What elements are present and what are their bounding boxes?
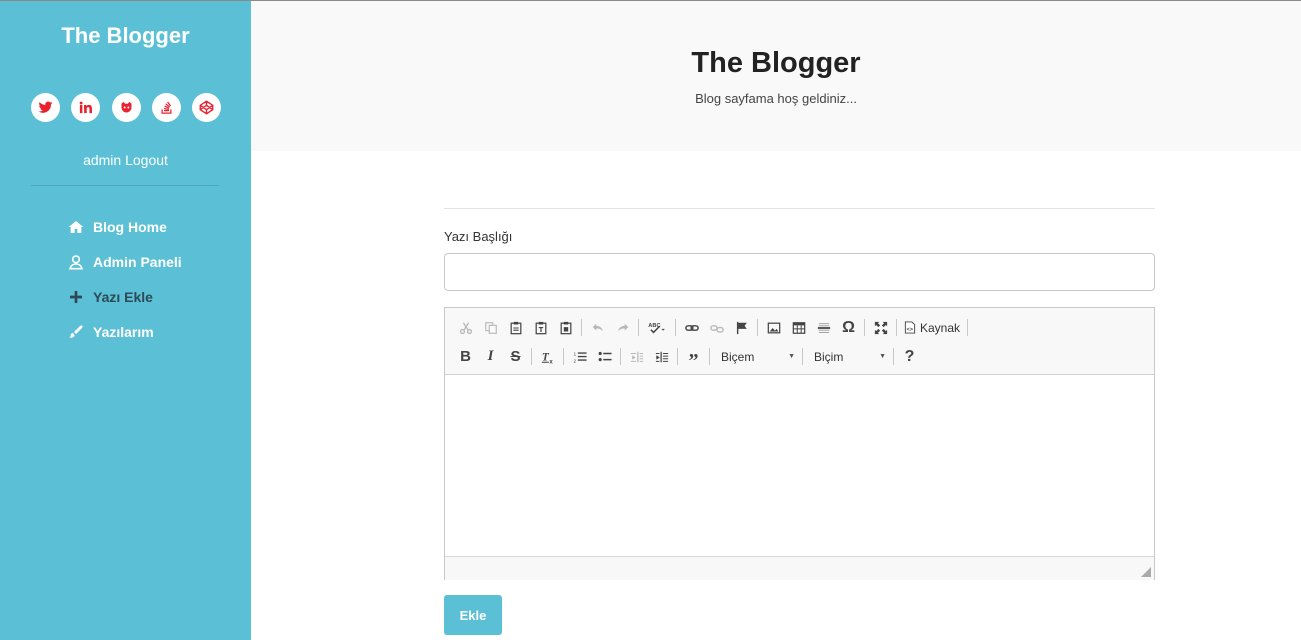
toolbar-separator [581, 319, 582, 336]
bold-icon[interactable]: B [453, 345, 478, 369]
svg-text:<>: <> [907, 327, 914, 333]
svg-text:x: x [549, 358, 553, 363]
blockquote-icon[interactable]: ” [681, 345, 706, 371]
page-title: The Blogger [691, 47, 861, 79]
nav-item-label: Admin Paneli [93, 253, 182, 270]
styles-dropdown-label: Biçem [721, 349, 755, 364]
nav-item-admin-panel[interactable]: Admin Paneli [67, 244, 182, 279]
nav-item-add-post[interactable]: Yazı Ekle [67, 279, 182, 314]
help-icon[interactable]: ? [897, 345, 922, 369]
twitter-icon[interactable] [31, 93, 60, 122]
codepen-icon[interactable] [192, 93, 221, 122]
source-doc-icon: <> [904, 321, 916, 334]
toolbar-separator [638, 319, 639, 336]
unlink-icon[interactable] [704, 316, 729, 340]
source-label: Kaynak [920, 320, 961, 335]
home-icon [67, 218, 84, 235]
nav-item-label: Yazılarım [93, 323, 154, 340]
table-icon[interactable] [786, 316, 811, 340]
submit-post-button[interactable]: Ekle [444, 595, 502, 635]
nav-item-blog-home[interactable]: Blog Home [67, 209, 182, 244]
chevron-down-icon: ▼ [788, 353, 795, 360]
toolbar-row-1: ABC Ω <> Kaynak [453, 313, 1146, 342]
link-icon[interactable] [679, 316, 704, 340]
post-title-input[interactable] [444, 253, 1155, 291]
toolbar-separator [677, 348, 678, 365]
horizontal-line-icon[interactable] [811, 316, 836, 340]
toolbar-separator [675, 319, 676, 336]
numbered-list-icon[interactable]: 12 [567, 345, 592, 369]
editor-toolbar: ABC Ω <> Kaynak B I S T x 1 2 ” Biçem ▼ … [445, 308, 1154, 375]
toolbar-separator [967, 319, 969, 336]
toolbar-separator [757, 319, 758, 336]
stackoverflow-icon[interactable] [151, 93, 181, 122]
italic-icon[interactable]: I [478, 345, 503, 369]
redo-icon[interactable] [610, 316, 635, 340]
user-line: admin Logout [0, 152, 251, 168]
svg-text:2: 2 [573, 358, 576, 364]
outdent-icon[interactable] [624, 345, 649, 369]
paste-word-icon[interactable] [553, 316, 578, 340]
editor-content-area[interactable] [445, 375, 1154, 556]
toolbar-row-2: B I S Tx 12 ” Biçem ▼ Biçim ▼ ? [453, 342, 1146, 371]
strikethrough-icon[interactable]: S [503, 345, 528, 369]
sidebar-nav: Blog Home Admin Paneli Yazı Ekle Yazılar… [67, 209, 182, 349]
anchor-flag-icon[interactable] [729, 316, 754, 340]
linkedin-icon[interactable] [71, 93, 101, 122]
sidebar-brand[interactable]: The Blogger [0, 23, 251, 49]
rich-text-editor: ABC Ω <> Kaynak B I S T x 1 2 ” Biçem ▼ … [444, 307, 1155, 580]
sidebar-divider [31, 185, 219, 186]
undo-icon[interactable] [585, 316, 610, 340]
toolbar-separator [864, 319, 865, 336]
github-icon[interactable] [111, 93, 141, 122]
toolbar-separator [896, 319, 897, 336]
maximize-icon[interactable] [868, 316, 893, 340]
source-button[interactable]: <> Kaynak [900, 316, 964, 340]
cut-icon[interactable] [453, 316, 478, 340]
page-header: The Blogger Blog sayfama hoş geldiniz... [251, 1, 1301, 151]
spellcheck-icon[interactable]: ABC [642, 316, 672, 340]
form-divider [444, 208, 1155, 209]
format-dropdown-label: Biçim [814, 349, 844, 364]
copy-icon[interactable] [478, 316, 503, 340]
bulleted-list-icon[interactable] [592, 345, 617, 369]
editor-statusbar [445, 556, 1154, 580]
username-link[interactable]: admin [83, 152, 121, 168]
remove-format-icon[interactable]: Tx [535, 345, 560, 369]
toolbar-separator [709, 348, 710, 365]
paste-text-icon[interactable] [528, 316, 553, 340]
sidebar: The Blogger admin Logout Blog Home Admin… [0, 1, 251, 640]
toolbar-separator [563, 348, 564, 365]
svg-text:1: 1 [573, 351, 576, 357]
image-icon[interactable] [761, 316, 786, 340]
resize-handle-icon[interactable] [1141, 567, 1151, 577]
toolbar-separator [802, 348, 803, 365]
toolbar-separator [893, 348, 894, 365]
social-links [31, 93, 221, 122]
indent-icon[interactable] [649, 345, 674, 369]
nav-item-label: Yazı Ekle [93, 288, 153, 305]
post-title-label: Yazı Başlığı [444, 229, 513, 244]
format-dropdown[interactable]: Biçim ▼ [806, 345, 890, 369]
pencil-icon [67, 323, 84, 340]
toolbar-separator [620, 348, 621, 365]
chevron-down-icon: ▼ [879, 353, 886, 360]
special-char-icon[interactable]: Ω [836, 316, 861, 340]
page-subtitle: Blog sayfama hoş geldiniz... [695, 91, 857, 106]
logout-link[interactable]: Logout [125, 152, 168, 168]
plus-icon [67, 288, 84, 305]
paste-icon[interactable] [503, 316, 528, 340]
toolbar-separator [531, 348, 532, 365]
nav-item-my-posts[interactable]: Yazılarım [67, 314, 182, 349]
user-icon [67, 253, 84, 270]
nav-item-label: Blog Home [93, 218, 167, 235]
styles-dropdown[interactable]: Biçem ▼ [713, 345, 799, 369]
